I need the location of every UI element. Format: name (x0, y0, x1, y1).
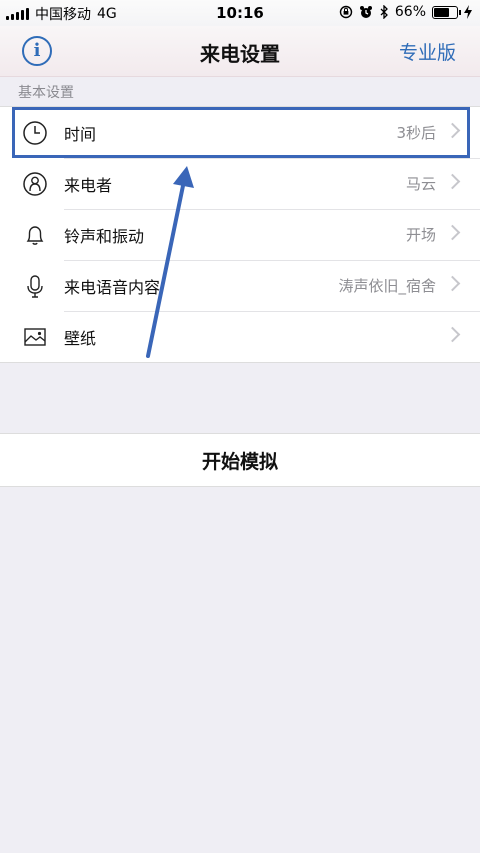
setting-label: 时间 (64, 125, 97, 144)
chevron-right-icon (444, 326, 461, 343)
chevron-right-icon (444, 173, 461, 190)
setting-label: 壁纸 (64, 329, 97, 348)
battery-fill (434, 7, 449, 17)
battery-icon (432, 5, 461, 19)
setting-row-voice-content[interactable]: 来电语音内容 涛声依旧_宿舍 (0, 260, 480, 311)
chevron-right-icon (444, 122, 461, 139)
setting-value: 开场 (405, 226, 436, 244)
pro-version-button[interactable]: 专业版 (399, 38, 456, 65)
alarm-icon (359, 6, 372, 18)
battery-percent: 66% (394, 4, 426, 20)
bluetooth-icon (380, 5, 388, 19)
charging-icon (464, 5, 472, 19)
image-icon (24, 328, 46, 346)
settings-list: 时间 3秒后 来电者 马云 铃声和振动 开场 来电语音内容 涛声依旧_宿舍 壁纸 (0, 106, 480, 363)
setting-value: 马云 (405, 175, 436, 193)
status-bar: 中国移动 4G 10:16 66% (0, 0, 480, 26)
setting-label: 来电语音内容 (64, 278, 161, 297)
setting-row-ringtone[interactable]: 铃声和振动 开场 (0, 209, 480, 260)
setting-value: 涛声依旧_宿舍 (338, 277, 436, 295)
section-header: 基本设置 (18, 85, 74, 101)
person-icon (23, 172, 47, 196)
orientation-lock-icon (339, 5, 353, 19)
chevron-right-icon (444, 275, 461, 292)
status-right: 66% (339, 4, 472, 20)
setting-row-wallpaper[interactable]: 壁纸 (0, 311, 480, 362)
setting-value: 3秒后 (396, 124, 436, 142)
nav-bar: i 来电设置 专业版 (0, 26, 480, 77)
setting-row-caller[interactable]: 来电者 马云 (0, 158, 480, 209)
setting-row-time[interactable]: 时间 3秒后 (0, 107, 480, 158)
bell-icon (26, 226, 44, 245)
setting-label: 来电者 (64, 176, 113, 195)
setting-label: 铃声和振动 (64, 227, 145, 246)
chevron-right-icon (444, 224, 461, 241)
clock-icon (23, 121, 47, 145)
microphone-icon (27, 275, 43, 298)
start-simulation-button[interactable]: 开始模拟 (0, 433, 480, 487)
